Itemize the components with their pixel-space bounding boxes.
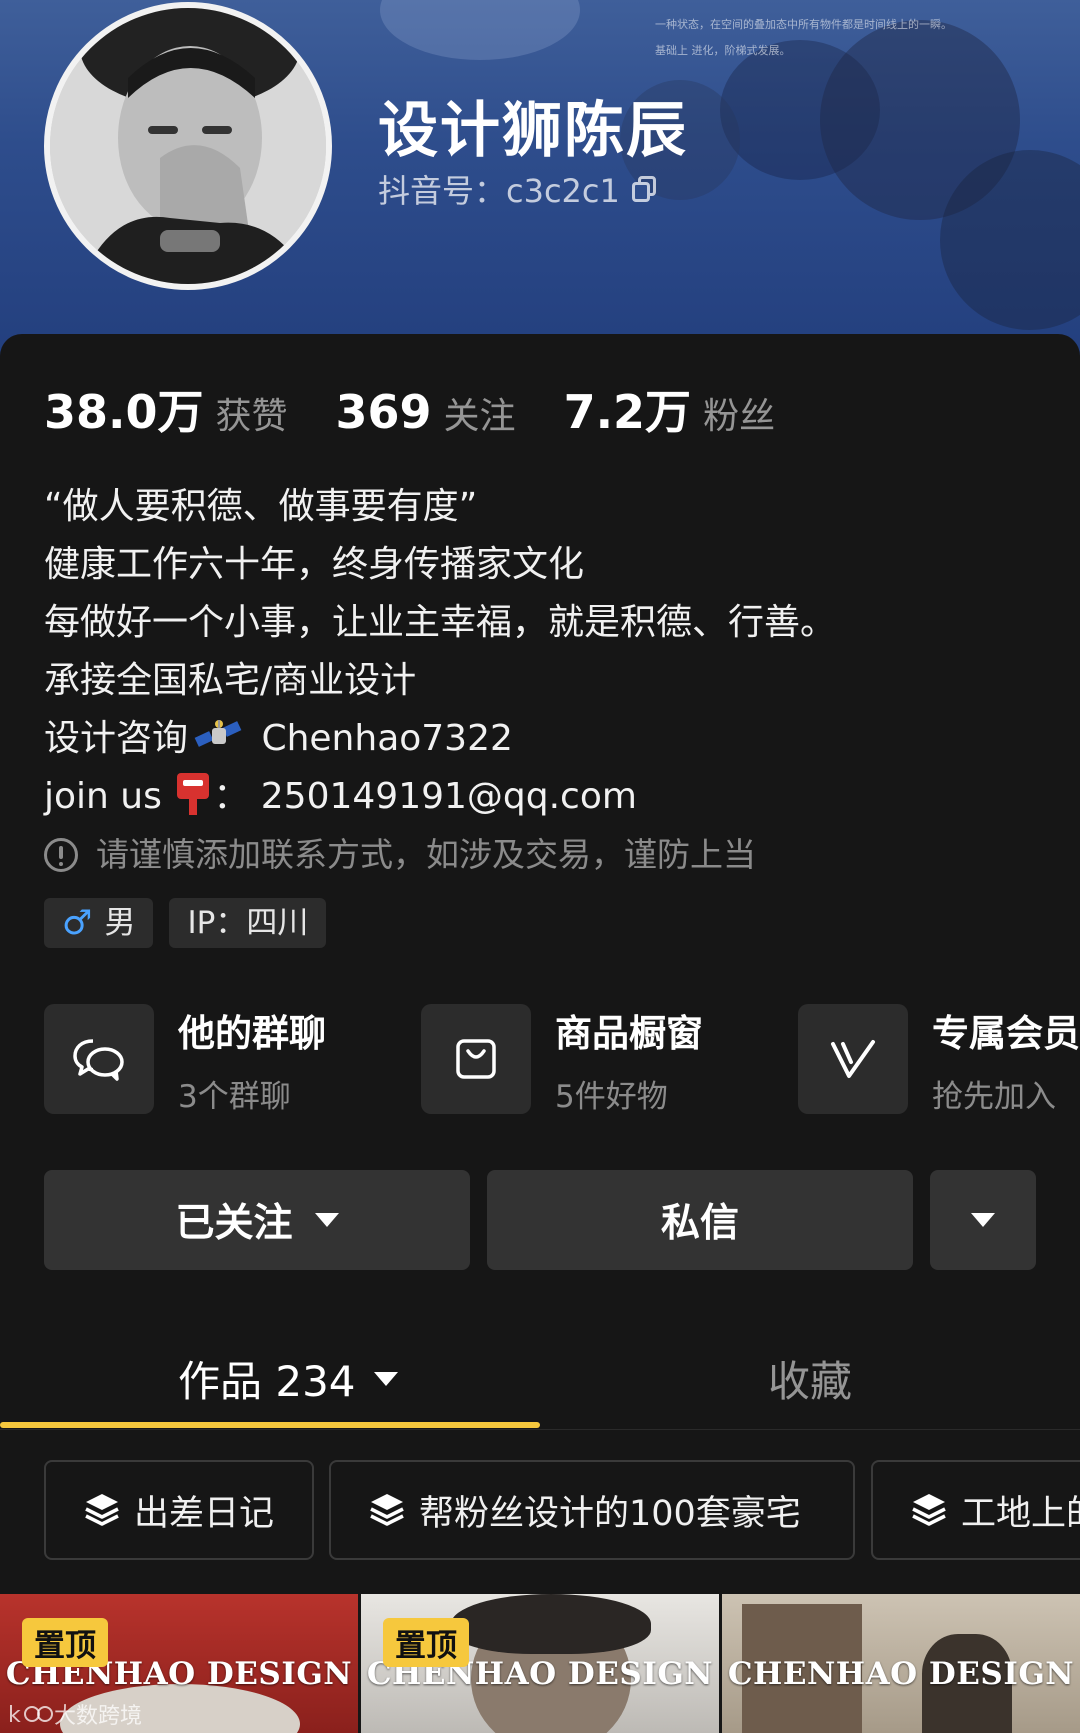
collection-chip-label: 工地上的 (961, 1493, 1080, 1534)
stat-likes-count: 38.0万 (44, 385, 204, 439)
tab-works-label: 作品 234 (178, 1357, 356, 1406)
membership-entry[interactable]: 专属会员 抢先加入 (798, 1004, 1080, 1114)
caret-down-icon (971, 1213, 995, 1227)
bio-line: 承接全国私宅/商业设计 (44, 660, 417, 701)
ip-text: IP：四川 (187, 905, 309, 941)
membership-sub: 抢先加入 (932, 1078, 1056, 1115)
stat-followers[interactable]: 7.2万 粉丝 (564, 376, 776, 442)
male-icon: ♂ (62, 903, 93, 943)
pinned-badge: 置顶 (383, 1618, 469, 1667)
svg-text:k: k (8, 1703, 21, 1728)
following-button-label: 已关注 (175, 1201, 293, 1246)
group-chat-sub: 3个群聊 (178, 1078, 291, 1115)
shop-window-title: 商品橱窗 (555, 1011, 703, 1055)
group-chat-title: 他的群聊 (178, 1011, 326, 1055)
alert-icon (44, 838, 78, 872)
following-button[interactable]: 已关注 (44, 1170, 470, 1270)
stat-likes[interactable]: 38.0万 获赞 (44, 376, 288, 442)
stat-followers-count: 7.2万 (563, 385, 692, 439)
stat-following-label: 关注 (443, 396, 516, 437)
video-thumbnail[interactable]: CHENHAO DESIGN 置顶 (361, 1594, 719, 1733)
shopping-bag-icon (421, 1004, 531, 1114)
profile-actions: 已关注 私信 (44, 1170, 1036, 1270)
stat-likes-label: 获赞 (215, 396, 288, 437)
thumbnail-brand: CHENHAO DESIGN (727, 1656, 1075, 1692)
shop-window-entry[interactable]: 商品橱窗 5件好物 (421, 1004, 703, 1114)
collection-chip[interactable]: 帮粉丝设计的100套豪宅 (329, 1460, 855, 1560)
bio-line: 每做好一个小事，让业主幸福，就是积德、行善。 (44, 602, 837, 643)
postbox-icon (175, 771, 211, 817)
pinned-badge: 置顶 (22, 1618, 108, 1667)
more-actions-button[interactable] (930, 1170, 1036, 1270)
bio-consult-label: 设计咨询 (44, 718, 189, 759)
membership-title: 专属会员 (932, 1011, 1080, 1055)
collection-chip-label: 帮粉丝设计的100套豪宅 (419, 1493, 801, 1534)
layers-icon (912, 1494, 946, 1526)
collection-list: 出差日记 帮粉丝设计的100套豪宅 工地上的 (44, 1460, 1080, 1560)
layers-icon (370, 1494, 404, 1526)
copy-icon[interactable] (631, 176, 656, 202)
layers-icon (85, 1494, 119, 1526)
ip-tag: IP：四川 (169, 898, 327, 948)
watermark: k 大数跨境 (8, 1698, 142, 1730)
bio-line: 健康工作六十年，终身传播家文化 (44, 544, 585, 585)
chat-bubbles-icon (44, 1004, 154, 1114)
gender-tag: ♂ 男 (44, 898, 154, 948)
collection-chip[interactable]: 工地上的 (871, 1460, 1080, 1560)
message-button-label: 私信 (660, 1201, 739, 1246)
caret-down-icon (314, 1213, 339, 1227)
contact-warning: 请谨慎添加联系方式，如涉及交易，谨防上当 (44, 826, 1044, 884)
watermark-logo-icon: k (8, 1703, 53, 1728)
bio-line-consult: 设计咨询 Chenhao7322 (44, 710, 1044, 768)
douyin-id[interactable]: 抖音号：c3c2c1 (378, 166, 656, 212)
shop-window-sub: 5件好物 (555, 1078, 668, 1115)
collection-chip[interactable]: 出差日记 (44, 1460, 314, 1560)
stat-following[interactable]: 369 关注 (336, 385, 516, 439)
contact-warning-text: 请谨慎添加联系方式，如涉及交易，谨防上当 (96, 835, 756, 874)
satellite-icon (194, 716, 244, 756)
group-chat-entry[interactable]: 他的群聊 3个群聊 (44, 1004, 326, 1114)
watermark-text: 大数跨境 (54, 1704, 143, 1729)
douyin-id-text: 抖音号：c3c2c1 (378, 172, 620, 210)
profile-tags: ♂ 男 IP：四川 (44, 898, 327, 948)
stat-following-count: 369 (335, 385, 432, 439)
v-badge-icon (798, 1004, 908, 1114)
bio-join-email: ： 250149191@qq.com (213, 776, 637, 817)
profile-stats: 38.0万 获赞 369 关注 7.2万 粉丝 (44, 376, 823, 442)
gender-text: 男 (104, 905, 136, 941)
caret-down-icon (373, 1371, 398, 1386)
bio-consult-wechat: Chenhao7322 (250, 718, 513, 759)
profile-name: 设计狮陈辰 (378, 96, 688, 166)
tab-favorites[interactable]: 收藏 (768, 1348, 852, 1409)
content-tabs: 作品 234 收藏 (0, 1330, 1080, 1430)
video-thumbnail[interactable]: CHENHAO DESIGN (722, 1594, 1080, 1733)
bio-line: “做人要积德、做事要有度” (44, 486, 478, 527)
bio-line-join: join us ： 250149191@qq.com (44, 768, 1044, 826)
collection-chip-label: 出差日记 (134, 1493, 275, 1534)
bio-join-label: join us (44, 776, 162, 817)
profile-bio: “做人要积德、做事要有度” 健康工作六十年，终身传播家文化 每做好一个小事，让业… (44, 478, 1044, 884)
stat-followers-label: 粉丝 (703, 396, 776, 437)
message-button[interactable]: 私信 (487, 1170, 913, 1270)
avatar[interactable] (44, 2, 332, 290)
active-tab-indicator (0, 1422, 540, 1428)
video-grid: CHENHAO DESIGN 置顶 CHENHAO DESIGN 置顶 CHEN… (0, 1594, 1080, 1733)
tab-works[interactable]: 作品 234 (178, 1348, 398, 1409)
thumbnail-figure (451, 1594, 651, 1654)
profile-shortcuts: 他的群聊 3个群聊 商品橱窗 5件好物 专属会员 抢先加入 (44, 1004, 1080, 1114)
